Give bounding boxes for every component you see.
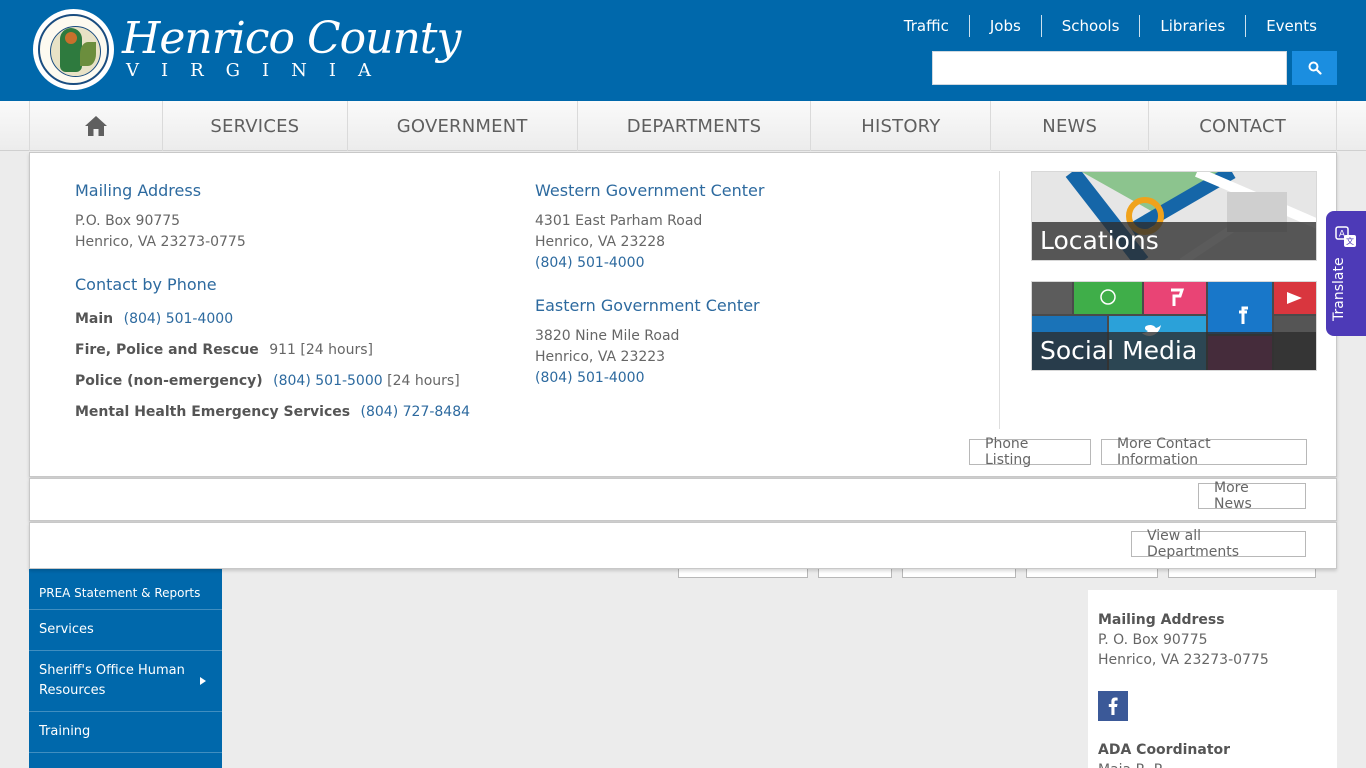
sidebar-item-training[interactable]: Training — [29, 712, 222, 753]
phone-row-police: Police (non-emergency) (804) 501-5000 [2… — [75, 371, 515, 391]
site-header: Henrico County VIRGINIA Traffic Jobs Sch… — [0, 0, 1366, 101]
phone-row-main: Main (804) 501-4000 — [75, 309, 515, 329]
phone-link[interactable]: (804) 501-4000 — [124, 311, 234, 327]
phone-note: [24 hours] — [387, 373, 460, 389]
nav-news[interactable]: NEWS — [991, 101, 1150, 151]
mailing-line2: Henrico, VA 23273-0775 — [75, 234, 246, 250]
rc-address-line1: P. O. Box 90775 — [1098, 632, 1208, 648]
search-input[interactable] — [932, 51, 1287, 85]
svg-text:文: 文 — [1346, 236, 1354, 246]
eastern-center-title[interactable]: Eastern Government Center — [535, 296, 975, 316]
brand-subtitle: VIRGINIA — [126, 60, 394, 81]
phone-label: Police (non-emergency) — [75, 373, 263, 389]
eastern-phone-link[interactable]: (804) 501-4000 — [535, 368, 975, 389]
sidebar-item-label: Sheriff's Office Human Resources — [39, 663, 185, 698]
nav-services[interactable]: SERVICES — [163, 101, 348, 151]
news-dropdown: More News — [29, 478, 1337, 521]
nav-government[interactable]: GOVERNMENT — [348, 101, 578, 151]
rc-ada-title: ADA Coordinator — [1098, 742, 1231, 758]
main-nav: SERVICES GOVERNMENT DEPARTMENTS HISTORY … — [0, 101, 1366, 151]
phone-link[interactable]: (804) 501-5000 — [273, 373, 383, 389]
contact-column-middle: Western Government Center 4301 East Parh… — [535, 181, 975, 389]
caret-right-icon — [200, 677, 206, 685]
contact-dropdown: Mailing Address P.O. Box 90775 Henrico, … — [29, 152, 1337, 477]
sidebar-item-prea[interactable]: PREA Statement & Reports — [29, 577, 222, 610]
seal-leaf — [80, 42, 96, 66]
ghost-button — [1168, 568, 1316, 578]
eastern-line1: 3820 Nine Mile Road — [535, 328, 680, 344]
contact-phone-title: Contact by Phone — [75, 275, 217, 294]
phone-link[interactable]: (804) 727-8484 — [361, 404, 471, 420]
home-icon — [84, 116, 107, 136]
phone-label: Main — [75, 311, 114, 327]
main-content — [222, 590, 1088, 768]
mailing-address-title: Mailing Address — [75, 181, 202, 200]
facebook-icon — [1108, 697, 1118, 715]
sidebar-nav: PREA Statement & Reports Services Sherif… — [29, 569, 222, 768]
phone-listing-button[interactable]: Phone Listing — [969, 436, 1091, 468]
nav-departments[interactable]: DEPARTMENTS — [578, 101, 812, 151]
quick-link-libraries[interactable]: Libraries — [1139, 15, 1245, 37]
western-phone-link[interactable]: (804) 501-4000 — [535, 253, 975, 274]
social-media-tile-label: Social Media — [1032, 332, 1316, 370]
quick-link-schools[interactable]: Schools — [1040, 15, 1140, 37]
quick-link-traffic[interactable]: Traffic — [884, 15, 969, 37]
social-media-tile[interactable]: Social Media — [1031, 281, 1317, 371]
translate-tab[interactable]: A 文 Translate — [1326, 211, 1366, 336]
nav-home[interactable] — [30, 101, 163, 151]
seal-emblem — [38, 14, 109, 85]
ghost-button — [1026, 568, 1158, 578]
phone-number: 911 — [269, 342, 296, 358]
rc-ada-name: Maia R. P... — [1098, 760, 1173, 768]
view-all-departments-button[interactable]: View all Departments — [1131, 528, 1306, 560]
brand-title[interactable]: Henrico County — [122, 14, 461, 64]
quick-links: Traffic Jobs Schools Libraries Events — [884, 14, 1337, 38]
western-line1: 4301 East Parham Road — [535, 213, 703, 229]
sidebar-item-partial[interactable] — [29, 753, 222, 768]
sidebar-item-services[interactable]: Services — [29, 610, 222, 651]
locations-tile-label: Locations — [1032, 222, 1316, 260]
search-button[interactable] — [1292, 51, 1337, 85]
rc-address-line2: Henrico, VA 23273-0775 — [1098, 652, 1269, 668]
services-button-row — [678, 568, 1316, 578]
translate-icon: A 文 — [1335, 226, 1356, 247]
phone-label: Mental Health Emergency Services — [75, 404, 351, 420]
nav-contact[interactable]: CONTACT — [1149, 101, 1338, 151]
quick-link-jobs[interactable]: Jobs — [968, 15, 1041, 37]
phone-note: [24 hours] — [300, 342, 373, 358]
right-column: Mailing Address P. O. Box 90775 Henrico,… — [1088, 590, 1337, 768]
departments-dropdown: View all Departments — [29, 522, 1337, 569]
phone-label: Fire, Police and Rescue — [75, 342, 259, 358]
more-news-button[interactable]: More News — [1198, 480, 1306, 512]
nav-history[interactable]: HISTORY — [811, 101, 992, 151]
ghost-button — [678, 568, 808, 578]
search-icon — [1308, 61, 1322, 75]
column-divider — [999, 171, 1000, 429]
sidebar-item-hr[interactable]: Sheriff's Office Human Resources — [29, 651, 222, 712]
ghost-button — [902, 568, 1016, 578]
more-contact-info-button[interactable]: More Contact Information — [1101, 436, 1307, 468]
locations-tile[interactable]: Locations — [1031, 171, 1317, 261]
facebook-button[interactable] — [1098, 691, 1128, 721]
translate-label: Translate — [1331, 257, 1347, 321]
county-seal-logo[interactable] — [33, 9, 114, 90]
western-center-title[interactable]: Western Government Center — [535, 181, 975, 201]
seal-face — [65, 32, 77, 44]
eastern-line2: Henrico, VA 23223 — [535, 349, 666, 365]
quick-link-events[interactable]: Events — [1245, 15, 1337, 37]
phone-row-fire: Fire, Police and Rescue 911 [24 hours] — [75, 340, 515, 360]
mailing-line1: P.O. Box 90775 — [75, 213, 181, 229]
rc-mailing-title: Mailing Address — [1098, 612, 1225, 628]
ghost-button — [818, 568, 892, 578]
phone-row-mental-health: Mental Health Emergency Services (804) 7… — [75, 402, 515, 422]
contact-column-left: Mailing Address P.O. Box 90775 Henrico, … — [75, 181, 515, 433]
western-line2: Henrico, VA 23228 — [535, 234, 666, 250]
